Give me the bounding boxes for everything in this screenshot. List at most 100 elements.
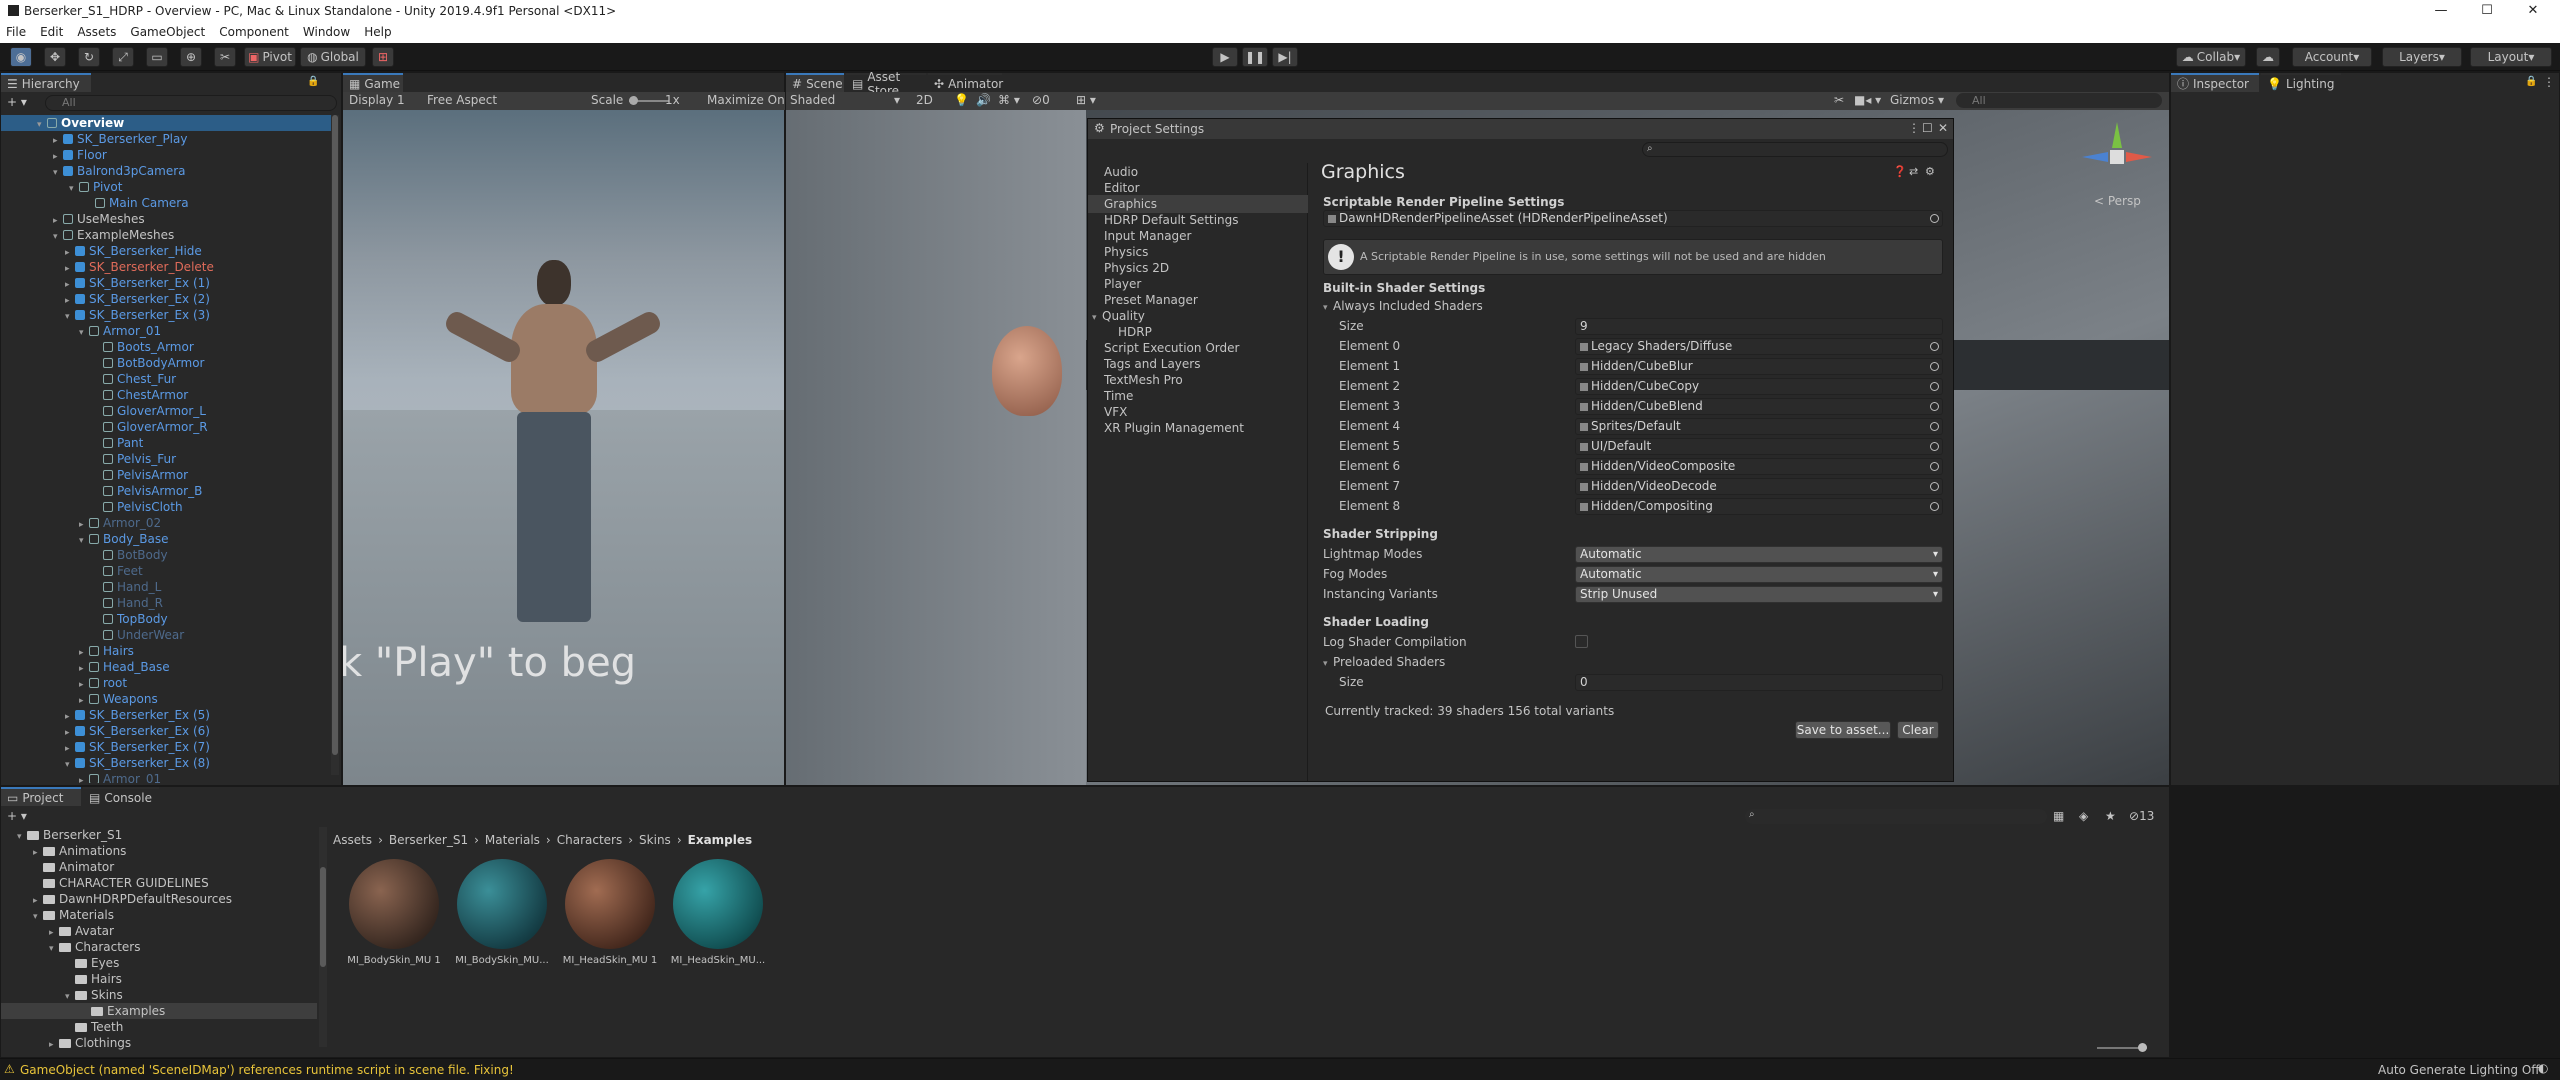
element-field[interactable]: Hidden/CubeBlend (1575, 398, 1943, 415)
tree-item[interactable]: ▾ Materials (33, 907, 114, 923)
hierarchy-item[interactable]: ▸ SK_Berserker_Ex (1) (65, 275, 210, 291)
hierarchy-item[interactable]: ▾ Pivot (69, 179, 122, 195)
thumbnail-size-slider[interactable] (2097, 1043, 2147, 1052)
hidden-packages-icon[interactable]: ⊘13 (2129, 809, 2154, 823)
hand-tool-button[interactable]: ◉ (10, 47, 32, 67)
fx-toggle-icon[interactable]: ⌘ ▾ (998, 93, 1020, 107)
hierarchy-item[interactable]: ▸ SK_Berserker_Play (53, 131, 187, 147)
size-input[interactable]: 9 (1575, 318, 1943, 335)
preloaded-shaders-foldout[interactable]: ▾ Preloaded Shaders (1323, 655, 1445, 669)
menu-component[interactable]: Component (219, 25, 289, 39)
asset-tile[interactable]: MI_HeadSkin_MU 1 (557, 859, 663, 966)
project-add-button[interactable]: + ▾ (7, 809, 27, 823)
favorites-icon[interactable]: ★ (2105, 809, 2116, 823)
hierarchy-item[interactable]: Hand_L (103, 579, 161, 595)
2d-toggle[interactable]: 2D (916, 93, 933, 107)
hierarchy-item[interactable]: ▾ SK_Berserker_Ex (3) (65, 307, 210, 323)
object-picker-icon[interactable] (1930, 482, 1939, 491)
hierarchy-item[interactable]: GloverArmor_L (103, 403, 206, 419)
breadcrumb-item[interactable]: Assets (333, 833, 372, 847)
panel-menu-icon[interactable]: ⋮ (2543, 75, 2555, 89)
asset-tile[interactable]: MI_BodySkin_MU 1 (341, 859, 447, 966)
hierarchy-item[interactable]: Chest_Fur (103, 371, 176, 387)
transform-tool-button[interactable]: ⊕ (180, 47, 202, 67)
window-close-icon[interactable]: ✕ (1938, 121, 1948, 135)
tree-item[interactable]: ▾ Berserker_S1 (17, 827, 122, 843)
hierarchy-item[interactable]: ▸ Floor (53, 147, 107, 163)
hierarchy-item[interactable]: ▾ Body_Base (79, 531, 169, 547)
hierarchy-add-button[interactable]: + ▾ (7, 95, 27, 109)
breadcrumb-item[interactable]: Materials (485, 833, 540, 847)
tab-animator[interactable]: ✣ Animator (928, 73, 1003, 92)
hierarchy-item[interactable]: Main Camera (95, 195, 189, 211)
scale-tool-button[interactable]: ⤢ (112, 47, 134, 67)
preset-icon[interactable]: ⇄ (1909, 165, 1918, 178)
layout-dropdown[interactable]: Layout ▾ (2470, 47, 2552, 67)
display-dropdown[interactable]: Display 1 (349, 93, 405, 107)
element-field[interactable]: Hidden/VideoDecode (1575, 478, 1943, 495)
audio-toggle-icon[interactable]: 🔊 (976, 93, 991, 107)
object-picker-icon[interactable] (1930, 422, 1939, 431)
breadcrumb-item[interactable]: Examples (688, 833, 753, 847)
hierarchy-item[interactable]: Boots_Armor (103, 339, 194, 355)
tree-item[interactable]: Examples (1, 1003, 317, 1019)
instancing-variants-dropdown[interactable]: Strip Unused (1575, 586, 1943, 603)
menu-gameobject[interactable]: GameObject (130, 25, 205, 39)
project-search-input[interactable]: ⌕ (1745, 809, 2047, 824)
hierarchy-item[interactable]: ▸ root (79, 675, 127, 691)
aspect-dropdown[interactable]: Free Aspect (427, 93, 497, 107)
tab-game[interactable]: ▦ Game (343, 73, 403, 92)
window-maximize-icon[interactable]: ☐ (1922, 121, 1933, 135)
tab-lighting[interactable]: 💡 Lighting (2261, 73, 2341, 92)
hierarchy-item[interactable]: Pelvis_Fur (103, 451, 176, 467)
hierarchy-item[interactable]: ▸ Armor_02 (79, 515, 161, 531)
asset-tile[interactable]: MI_BodySkin_MU... (449, 859, 555, 966)
lock-icon[interactable]: 🔒 (2525, 76, 2537, 87)
srp-asset-field[interactable]: DawnHDRenderPipelineAsset (HDRenderPipel… (1323, 210, 1943, 227)
tools-icon[interactable]: ✂ (1834, 93, 1844, 107)
rotate-tool-button[interactable]: ↻ (78, 47, 100, 67)
camera-icon[interactable]: ■◂ ▾ (1854, 93, 1881, 107)
menu-edit[interactable]: Edit (40, 25, 63, 39)
hidden-objects-icon[interactable]: ⊘0 (1032, 93, 1050, 107)
close-icon[interactable]: ✕ (2510, 0, 2556, 21)
hierarchy-item[interactable]: ▸ Armor_01 (79, 771, 161, 783)
window-menu-icon[interactable]: ⋮ (1908, 121, 1920, 135)
fog-modes-dropdown[interactable]: Automatic (1575, 566, 1943, 583)
step-button[interactable]: ▶| (1272, 47, 1298, 67)
layers-dropdown[interactable]: Layers ▾ (2382, 47, 2462, 67)
tree-item[interactable]: ▾ Skins (65, 987, 123, 1003)
tree-item[interactable]: ▾ Characters (49, 939, 141, 955)
hierarchy-item[interactable]: ChestArmor (103, 387, 188, 403)
hierarchy-item[interactable]: ▸ SK_Berserker_Ex (6) (65, 723, 210, 739)
scene-search-input[interactable]: All (1956, 93, 2162, 108)
hierarchy-item[interactable]: ▾ Overview (1, 115, 337, 131)
hierarchy-item[interactable]: Pant (103, 435, 143, 451)
scale-slider[interactable] (629, 96, 669, 105)
object-picker-icon[interactable] (1930, 462, 1939, 471)
element-field[interactable]: Hidden/CubeBlur (1575, 358, 1943, 375)
element-field[interactable]: Hidden/Compositing (1575, 498, 1943, 515)
hierarchy-item[interactable]: PelvisCloth (103, 499, 183, 515)
tab-scene[interactable]: # Scene (786, 73, 844, 92)
tab-project[interactable]: ▭ Project (1, 787, 81, 806)
object-picker-icon[interactable] (1930, 342, 1939, 351)
hierarchy-item[interactable]: ▾ ExampleMeshes (53, 227, 174, 243)
asset-tile[interactable]: MI_HeadSkin_MU... (665, 859, 771, 966)
tree-item[interactable]: Animator (43, 859, 114, 875)
preloaded-size-input[interactable]: 0 (1575, 674, 1943, 691)
save-to-asset-button[interactable]: Save to asset... (1795, 721, 1891, 739)
hierarchy-item[interactable]: UnderWear (103, 627, 184, 643)
hierarchy-item[interactable]: ▾ Balrond3pCamera (53, 163, 186, 179)
hierarchy-item[interactable]: TopBody (103, 611, 168, 627)
custom-tool-button[interactable]: ✂ (214, 47, 236, 67)
pause-button[interactable]: ❚❚ (1242, 47, 1268, 67)
object-picker-icon[interactable] (1930, 362, 1939, 371)
log-shader-compilation-checkbox[interactable] (1575, 635, 1588, 648)
breadcrumb-item[interactable]: Characters (557, 833, 623, 847)
hierarchy-item[interactable]: GloverArmor_R (103, 419, 208, 435)
settings-icon[interactable]: ⚙ (1925, 165, 1935, 178)
tree-item[interactable]: Teeth (75, 1019, 123, 1035)
snap-button[interactable]: ⊞ (372, 47, 394, 67)
element-field[interactable]: Legacy Shaders/Diffuse (1575, 338, 1943, 355)
